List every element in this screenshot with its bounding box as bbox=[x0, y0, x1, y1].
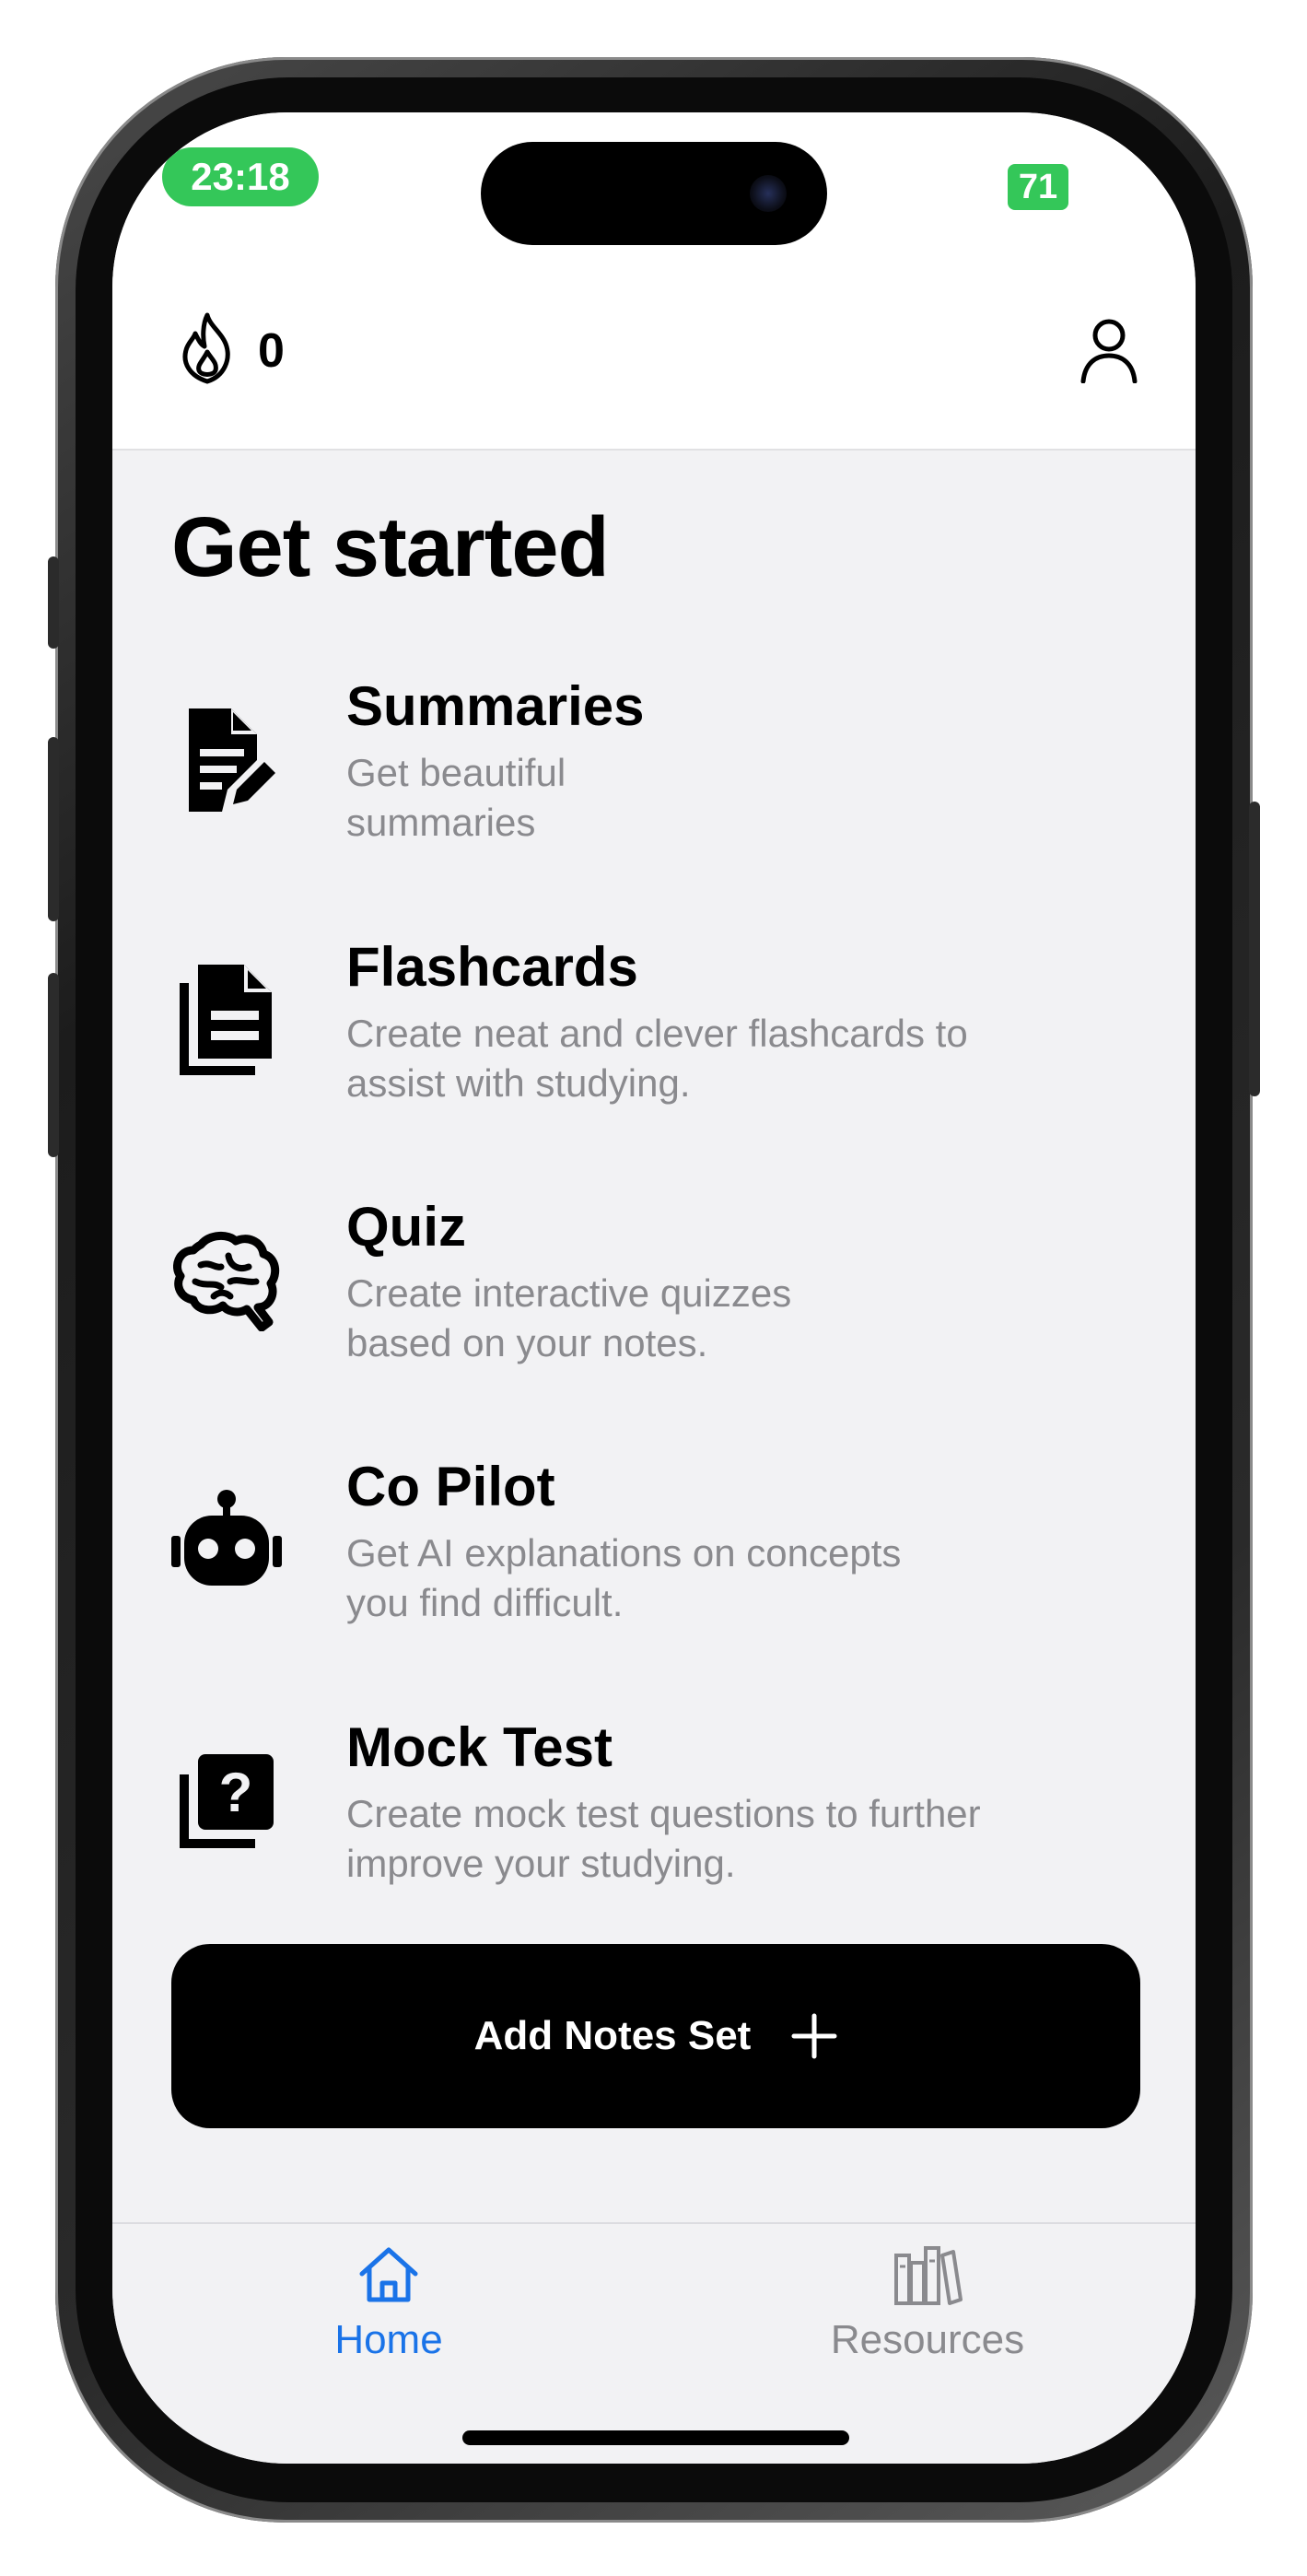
app-screen: 23:18 71 0 Get started Summaries Get bea… bbox=[112, 112, 1196, 2464]
status-time: 23:18 bbox=[162, 147, 319, 206]
description-line: Create mock test questions to further bbox=[346, 1792, 981, 1835]
description-line: Create neat and clever flashcards to bbox=[346, 1012, 968, 1055]
feature-title: Flashcards bbox=[346, 936, 638, 998]
feature-description: Create mock test questions to further im… bbox=[346, 1789, 981, 1889]
feature-description: Create neat and clever flashcards to ass… bbox=[346, 1009, 968, 1108]
battery-indicator: 71 bbox=[1008, 164, 1068, 210]
feature-mock-test[interactable]: ? Mock Test Create mock test questions t… bbox=[171, 1715, 1148, 1900]
tab-resources-label: Resources bbox=[830, 2317, 1025, 2362]
svg-text:?: ? bbox=[219, 1762, 253, 1823]
power-button bbox=[1249, 802, 1260, 1096]
plus-icon bbox=[791, 2013, 837, 2059]
feature-description: Get beautiful summaries bbox=[346, 748, 566, 848]
feature-title: Quiz bbox=[346, 1196, 466, 1258]
volume-up-button bbox=[48, 737, 59, 921]
feature-copilot[interactable]: Co Pilot Get AI explanations on concepts… bbox=[171, 1455, 1148, 1639]
brain-icon bbox=[171, 1221, 282, 1341]
description-line: based on your notes. bbox=[346, 1321, 708, 1364]
robot-icon bbox=[171, 1481, 282, 1600]
description-line: assist with studying. bbox=[346, 1061, 691, 1105]
summary-icon bbox=[171, 700, 282, 820]
description-line: Get AI explanations on concepts bbox=[346, 1531, 902, 1575]
profile-button[interactable] bbox=[1079, 317, 1138, 384]
camera-icon bbox=[750, 175, 787, 212]
action-button bbox=[48, 556, 59, 649]
dynamic-island bbox=[481, 142, 827, 245]
tab-resources[interactable]: Resources bbox=[789, 2242, 1066, 2363]
feature-title: Co Pilot bbox=[346, 1456, 555, 1517]
description-line: you find difficult. bbox=[346, 1581, 624, 1624]
volume-down-button bbox=[48, 973, 59, 1157]
streak-counter[interactable]: 0 bbox=[175, 311, 285, 390]
tab-home[interactable]: Home bbox=[251, 2242, 527, 2363]
tab-bar: Home Resources bbox=[112, 2222, 1196, 2464]
description-line: summaries bbox=[346, 801, 536, 844]
feature-title: Summaries bbox=[346, 675, 645, 737]
tab-home-label: Home bbox=[334, 2317, 443, 2362]
description-line: Get beautiful bbox=[346, 751, 566, 794]
flashcards-icon bbox=[171, 961, 282, 1081]
add-notes-set-button[interactable]: Add Notes Set bbox=[171, 1944, 1140, 2128]
description-line: Create interactive quizzes bbox=[346, 1271, 792, 1315]
person-icon bbox=[1079, 319, 1138, 387]
feature-description: Get AI explanations on concepts you find… bbox=[346, 1528, 901, 1628]
books-icon bbox=[893, 2246, 963, 2311]
feature-summaries[interactable]: Summaries Get beautiful summaries bbox=[171, 674, 1148, 859]
feature-flashcards[interactable]: Flashcards Create neat and clever flashc… bbox=[171, 935, 1148, 1119]
feature-description: Create interactive quizzes based on your… bbox=[346, 1269, 791, 1368]
page-title: Get started bbox=[171, 500, 610, 594]
description-line: improve your studying. bbox=[346, 1842, 736, 1885]
header: 23:18 71 0 bbox=[112, 112, 1196, 451]
question-icon: ? bbox=[171, 1741, 282, 1861]
streak-count: 0 bbox=[258, 323, 285, 378]
feature-quiz[interactable]: Quiz Create interactive quizzes based on… bbox=[171, 1195, 1148, 1379]
feature-title: Mock Test bbox=[346, 1716, 613, 1778]
house-icon bbox=[356, 2247, 421, 2311]
home-indicator[interactable] bbox=[462, 2430, 849, 2445]
flame-icon bbox=[175, 311, 239, 390]
add-notes-label: Add Notes Set bbox=[473, 2013, 752, 2058]
